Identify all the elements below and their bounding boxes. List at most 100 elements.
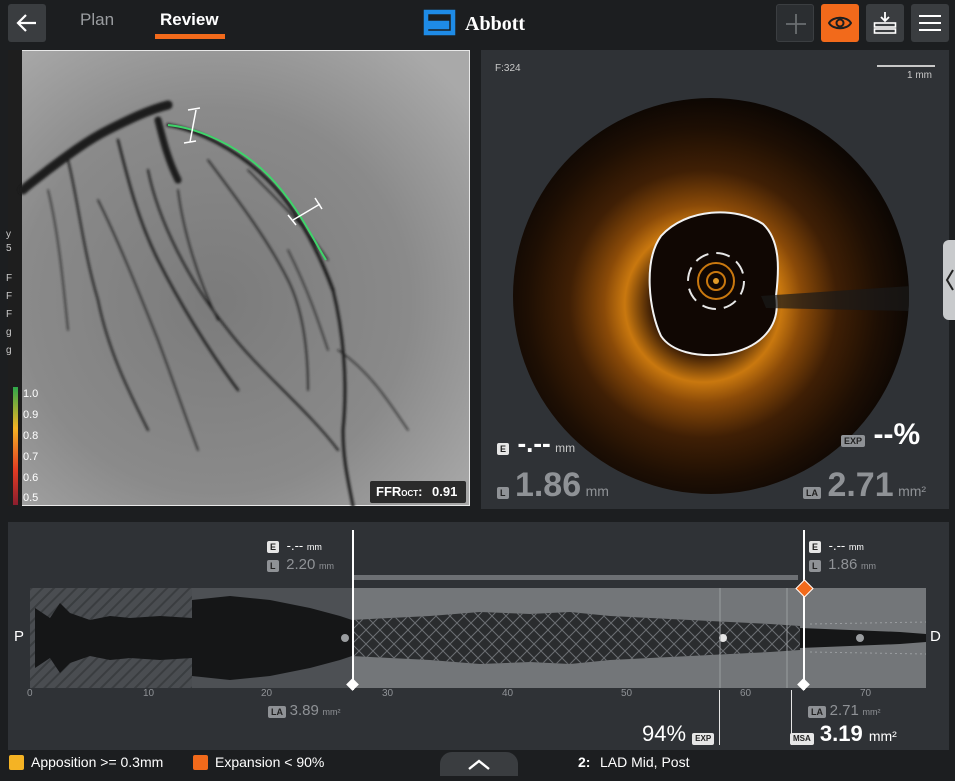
left-la-value: 3.89 — [289, 702, 319, 719]
side-glyph: y — [6, 229, 11, 240]
expansion-readout: 94% EXP — [642, 721, 715, 747]
right-marker-line[interactable] — [803, 530, 805, 690]
angiogram-view[interactable] — [8, 50, 470, 506]
left-l-readout: L 2.20 mm — [267, 556, 334, 573]
export-button[interactable] — [866, 4, 904, 42]
ffr-label-sub: OCT — [401, 489, 419, 498]
lumen-profile — [30, 588, 927, 688]
ffr-gradient-bar — [13, 387, 18, 505]
legend-label: 0.8 — [23, 430, 39, 442]
e-unit: mm — [555, 441, 576, 455]
menu-button[interactable] — [911, 4, 949, 42]
l-badge: L — [809, 560, 821, 572]
legend-label: 0.9 — [23, 409, 39, 421]
eye-icon — [828, 16, 852, 30]
side-glyph: g — [6, 345, 12, 356]
l-badge: L — [267, 560, 279, 572]
back-button[interactable] — [8, 4, 46, 42]
side-glyph: F — [6, 273, 13, 284]
e-value: -.-- — [517, 428, 551, 458]
lumen-profile-strip[interactable] — [30, 588, 927, 688]
ffr-value: 0.91 — [432, 484, 458, 499]
exp-readout: EXP --% — [841, 418, 920, 452]
l-unit: mm — [585, 483, 609, 499]
ffr-label-colon: : — [418, 484, 423, 499]
e-badge: E — [809, 541, 822, 553]
chevron-left-icon — [945, 269, 954, 291]
left-la-readout: LA 3.89 mm² — [268, 702, 340, 719]
proximal-label: P — [14, 628, 25, 645]
right-l-readout: L 1.86 mm — [809, 556, 876, 573]
e-readout: E -.-- mm — [497, 428, 575, 459]
exp-badge: EXP — [692, 733, 715, 745]
ffr-label-text: FFR — [376, 484, 402, 499]
legend-label: 1.0 — [23, 388, 39, 400]
menu-icon — [919, 15, 941, 31]
right-e-readout: E -.-- mm — [809, 538, 864, 553]
la-unit: mm² — [898, 483, 927, 499]
e-badge: E — [497, 443, 510, 455]
abbott-logo-icon — [423, 9, 456, 36]
right-l-value: 1.86 — [828, 556, 858, 573]
msa-badge: MSA — [790, 733, 814, 745]
axis-tick: 60 — [740, 688, 752, 699]
stent-range-bar[interactable] — [352, 575, 798, 580]
left-e-readout: E -.-- mm — [267, 538, 322, 553]
axis-tick: 70 — [860, 688, 872, 699]
l-value: 1.86 — [514, 466, 582, 504]
axis-tick: 0 — [27, 688, 33, 699]
ffr-color-legend: 1.0 0.9 0.8 0.7 0.6 0.5 — [8, 385, 48, 505]
msa-value: 3.19 — [819, 721, 863, 746]
right-la-unit: mm² — [862, 707, 881, 717]
e-badge: E — [267, 541, 280, 553]
left-l-value: 2.20 — [286, 556, 316, 573]
angiogram-image — [8, 50, 470, 506]
ffr-readout: FFROCT: 0.91 — [370, 481, 466, 503]
expand-panel-button[interactable] — [440, 752, 518, 776]
side-glyph: g — [6, 327, 12, 338]
export-icon — [873, 12, 897, 34]
la-badge: LA — [808, 706, 826, 718]
legend-label: 0.5 — [23, 492, 39, 504]
left-e-value: -.-- — [286, 538, 304, 553]
tab-review[interactable]: Review — [160, 10, 219, 30]
apposition-label: Apposition >= 0.3mm — [31, 754, 164, 770]
legend-label: 0.7 — [23, 451, 39, 463]
right-l-unit: mm — [860, 561, 876, 571]
visibility-button[interactable] — [821, 4, 859, 42]
axis-tick: 10 — [143, 688, 155, 699]
exp-indicator-line — [719, 690, 720, 745]
frame-number: F:324 — [495, 63, 521, 74]
l-badge: L — [497, 487, 509, 499]
expansion-label: Expansion < 90% — [215, 754, 325, 770]
side-glyphs: y 5 F F F g g — [6, 228, 16, 358]
expansion-swatch — [193, 755, 208, 770]
expansion-value: 94% — [642, 721, 687, 746]
l-readout: L 1.86 mm — [497, 466, 609, 505]
pullback-longitudinal-view[interactable]: P D 0 10 20 30 40 50 60 70 E -.-- mm L 2… — [8, 522, 949, 750]
segment-number: 2: — [578, 754, 591, 770]
side-glyph: F — [6, 291, 13, 302]
la-badge: LA — [803, 487, 821, 499]
right-e-value: -.-- — [828, 538, 846, 553]
exp-value: --% — [873, 418, 921, 451]
exp-badge: EXP — [841, 435, 866, 447]
axis-tick: 20 — [261, 688, 273, 699]
left-e-unit: mm — [306, 542, 322, 552]
side-glyph: F — [6, 309, 13, 320]
scale-bar — [877, 65, 935, 67]
side-panel-toggle[interactable] — [943, 240, 955, 320]
left-marker-line[interactable] — [352, 530, 354, 690]
active-tab-indicator — [155, 34, 225, 39]
right-e-unit: mm — [848, 542, 864, 552]
ffr-label: FFROCT: — [376, 484, 423, 499]
right-la-readout: LA 2.71 mm² — [808, 702, 880, 719]
tab-plan[interactable]: Plan — [80, 10, 114, 30]
axis-tick: 50 — [621, 688, 633, 699]
back-arrow-icon — [16, 14, 36, 32]
msa-unit: mm² — [868, 728, 897, 744]
side-glyph: 5 — [6, 243, 12, 254]
add-button[interactable] — [776, 4, 814, 42]
axis-tick: 30 — [382, 688, 394, 699]
oct-cross-section-view[interactable]: F:324 1 mm E -.-- mm EXP --% L 1.86 mm L… — [481, 50, 955, 509]
